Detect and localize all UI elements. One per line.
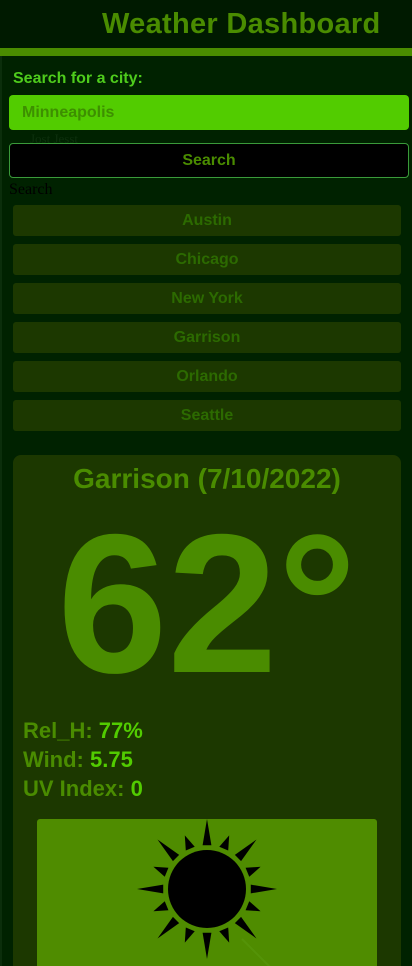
wind-label: Wind:: [23, 747, 90, 772]
sun-ray: [157, 839, 180, 862]
sun-ray: [234, 839, 257, 862]
sun-ray: [219, 835, 230, 851]
history-city-button[interactable]: Chicago: [13, 244, 401, 275]
uv-index-value: 0: [130, 776, 143, 801]
search-button[interactable]: Search: [9, 143, 409, 178]
current-city-title: Garrison (7/10/2022): [73, 463, 341, 494]
sun-ray: [202, 819, 212, 846]
page-header: Weather Dashboard: [0, 0, 412, 56]
uv-index-stat: UV Index: 0: [23, 776, 143, 802]
temperature-display: 62°: [57, 493, 357, 714]
sun-ray: [137, 884, 164, 894]
hidden-search-text: Search: [9, 181, 53, 198]
sun-ray: [202, 932, 212, 959]
sun-ray: [184, 835, 195, 851]
history-city-button[interactable]: Orlando: [13, 361, 401, 392]
city-search-input[interactable]: [9, 95, 409, 130]
page-title: Weather Dashboard: [102, 8, 381, 40]
wind-stat: Wind: 5.75: [23, 747, 133, 773]
humidity-value: 77%: [98, 718, 143, 743]
uv-index-label: UV Index:: [23, 776, 131, 801]
history-city-button[interactable]: New York: [13, 283, 401, 314]
sun-ray: [153, 866, 169, 877]
page-edge-line: [0, 0, 2, 966]
search-label: Search for a city:: [13, 70, 143, 87]
sun-ray: [245, 901, 261, 912]
sun-ray: [153, 901, 169, 912]
sun-ray: [245, 866, 261, 877]
sun-ray: [219, 927, 230, 943]
history-city-button[interactable]: Garrison: [13, 322, 401, 353]
sun-icon: [137, 819, 277, 966]
history-city-button[interactable]: Austin: [13, 205, 401, 236]
sun-ray: [234, 916, 257, 939]
humidity-label: Rel_H:: [23, 718, 99, 743]
sun-ray: [184, 927, 195, 943]
current-weather-card: Garrison (7/10/2022) 62° Rel_H: 77% Wind…: [13, 455, 401, 966]
sun-ray: [157, 916, 180, 939]
humidity-stat: Rel_H: 77%: [23, 718, 143, 744]
history-city-button[interactable]: Seattle: [13, 400, 401, 431]
weather-icon-panel: [37, 819, 377, 966]
search-history-list: Austin Chicago New York Garrison Orlando…: [13, 205, 401, 439]
sun-ray: [250, 884, 277, 894]
wind-value: 5.75: [90, 747, 133, 772]
